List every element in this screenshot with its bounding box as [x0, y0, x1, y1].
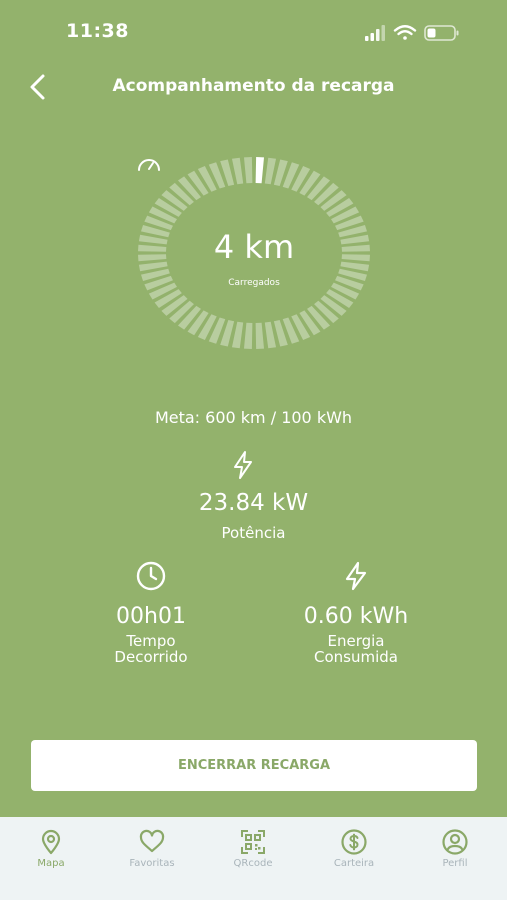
dollar-icon: [341, 829, 367, 855]
nav-label-perfil: Perfil: [442, 858, 468, 869]
energy-consumed-value: 0.60 kWh: [303, 604, 409, 629]
elapsed-time-label: Tempo Decorrido: [51, 633, 251, 665]
bolt-icon: [234, 451, 252, 479]
battery-icon: [424, 25, 459, 41]
bottom-nav: Mapa Favoritas QRcode Carteira Perfil: [0, 817, 507, 900]
nav-item-perfil[interactable]: Perfil: [415, 829, 495, 869]
map-pin-icon: [41, 829, 61, 855]
elapsed-time-stat: 00h01 Tempo Decorrido: [51, 560, 251, 665]
gauge-value: 4 km: [213, 228, 295, 266]
gauge-segment: [264, 321, 277, 349]
bolt-icon: [345, 561, 367, 591]
gauge-segment: [231, 157, 244, 185]
energy-consumed-label: Energia Consumida: [256, 633, 456, 665]
signal-icon: [365, 25, 385, 41]
gauge-label: Carregados: [228, 278, 280, 288]
nav-label-favoritas: Favoritas: [129, 858, 175, 869]
nav-item-carteira[interactable]: Carteira: [314, 829, 394, 869]
status-time: 11:38: [66, 20, 129, 42]
gauge-segment-filled: [255, 157, 265, 184]
elapsed-time-label-line2: Decorrido: [114, 648, 188, 666]
status-bar: 11:38: [0, 0, 507, 60]
qrcode-icon: [241, 830, 265, 854]
nav-item-qrcode[interactable]: QRcode: [213, 829, 293, 869]
gauge-segment: [231, 321, 244, 349]
goal-text: Meta: 600 km / 100 kWh: [154, 408, 353, 427]
status-icons: [365, 25, 459, 41]
speedometer-icon: [138, 159, 160, 171]
wifi-icon: [393, 25, 417, 40]
gauge-segment: [243, 322, 253, 349]
gauge-segment: [243, 157, 253, 184]
charge-gauge: 4 km Carregados: [136, 155, 372, 351]
page-title: Acompanhamento da recarga: [112, 76, 395, 96]
heart-icon: [139, 829, 165, 853]
profile-icon: [442, 829, 468, 855]
header: Acompanhamento da recarga: [0, 62, 507, 112]
power-label: Potência: [221, 524, 286, 542]
gauge-segment: [255, 322, 265, 349]
nav-item-favoritas[interactable]: Favoritas: [112, 829, 192, 869]
end-charging-button[interactable]: ENCERRAR RECARGA: [31, 740, 477, 791]
energy-consumed-label-line2: Consumida: [314, 648, 398, 666]
nav-label-mapa: Mapa: [37, 858, 65, 869]
elapsed-time-value: 00h01: [116, 604, 186, 629]
gauge-segment: [264, 157, 277, 185]
clock-icon: [136, 561, 166, 591]
nav-label-qrcode: QRcode: [233, 858, 273, 869]
nav-label-carteira: Carteira: [333, 858, 375, 869]
power-value: 23.84 kW: [198, 490, 309, 516]
nav-item-mapa[interactable]: Mapa: [11, 829, 91, 869]
energy-consumed-stat: 0.60 kWh Energia Consumida: [256, 560, 456, 665]
